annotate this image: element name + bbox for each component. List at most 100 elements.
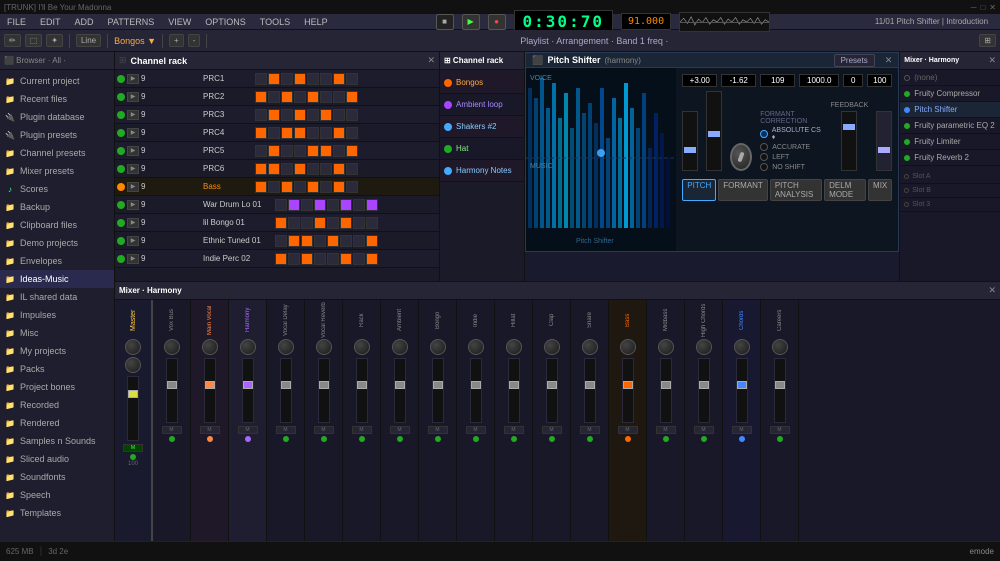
pad[interactable] bbox=[255, 127, 267, 139]
channel-led-bongo[interactable] bbox=[117, 219, 125, 227]
strip-fader-thumb-midbass[interactable] bbox=[661, 381, 671, 389]
pad[interactable] bbox=[314, 217, 326, 229]
pad[interactable] bbox=[281, 181, 293, 193]
pad[interactable] bbox=[255, 73, 267, 85]
fader-track-3[interactable] bbox=[841, 111, 857, 171]
strip-fader-voxbus[interactable] bbox=[166, 358, 178, 423]
mute-btn-indie[interactable]: ▶ bbox=[127, 254, 139, 264]
mixer-close[interactable]: ✕ bbox=[988, 285, 996, 296]
strip-fader-chords[interactable] bbox=[736, 358, 748, 423]
radio-accurate[interactable] bbox=[760, 143, 768, 151]
sidebar-item-envelopes[interactable]: 📁 Envelopes bbox=[0, 252, 114, 270]
pad[interactable] bbox=[275, 217, 287, 229]
pad[interactable] bbox=[307, 127, 319, 139]
strip-knob-highchords[interactable] bbox=[696, 339, 712, 355]
strip-knob-chords[interactable] bbox=[734, 339, 750, 355]
strip-knob-hillat[interactable] bbox=[506, 339, 522, 355]
pad[interactable] bbox=[307, 91, 319, 103]
bpm-value[interactable]: 109 bbox=[760, 74, 795, 87]
channel-led-ethnic[interactable] bbox=[117, 237, 125, 245]
fader-thumb-4[interactable] bbox=[878, 147, 890, 153]
pad[interactable] bbox=[333, 163, 345, 175]
delm-mode-tab[interactable]: DELM MODE bbox=[824, 179, 866, 201]
pad[interactable] bbox=[301, 199, 313, 211]
sidebar-item-ideas-music[interactable]: 📁 Ideas-Music bbox=[0, 270, 114, 288]
sidebar-item-demo-projects[interactable]: 📁 Demo projects bbox=[0, 234, 114, 252]
fader-thumb-1[interactable] bbox=[684, 147, 696, 153]
strip-fader-master[interactable] bbox=[127, 376, 139, 441]
effect-reverb[interactable]: Fruity Reverb 2 bbox=[900, 150, 1000, 166]
menu-edit[interactable]: EDIT bbox=[37, 17, 64, 27]
pattern-item-hat[interactable]: Hat bbox=[440, 138, 524, 160]
pad[interactable] bbox=[281, 73, 293, 85]
sidebar-item-scores[interactable]: ♪ Scores bbox=[0, 180, 114, 198]
pad[interactable] bbox=[275, 199, 287, 211]
strip-fader-thumb-rack[interactable] bbox=[357, 381, 367, 389]
mute-btn-5[interactable]: ▶ bbox=[127, 146, 139, 156]
sidebar-item-recent-files[interactable]: 📁 Recent files bbox=[0, 90, 114, 108]
sidebar-item-impulses[interactable]: 📁 Impulses bbox=[0, 306, 114, 324]
strip-fader-thumb-hillat[interactable] bbox=[509, 381, 519, 389]
radio-absolute[interactable] bbox=[760, 130, 768, 138]
menu-patterns[interactable]: PATTERNS bbox=[105, 17, 158, 27]
strip-fader-thumb-bongo[interactable] bbox=[433, 381, 443, 389]
radio-left[interactable] bbox=[760, 153, 768, 161]
strip-fader-snare[interactable] bbox=[584, 358, 596, 423]
pad[interactable] bbox=[320, 91, 332, 103]
sidebar-item-clipboard[interactable]: 📁 Clipboard files bbox=[0, 216, 114, 234]
fader-track-2[interactable] bbox=[706, 91, 722, 171]
pad[interactable] bbox=[281, 109, 293, 121]
strip-btn-chords[interactable]: M bbox=[732, 426, 752, 434]
pad[interactable] bbox=[333, 145, 345, 157]
pad[interactable] bbox=[320, 163, 332, 175]
pad[interactable] bbox=[327, 199, 339, 211]
strip-btn-bass[interactable]: M bbox=[618, 426, 638, 434]
plugin-close[interactable]: ✕ bbox=[885, 55, 893, 66]
pad[interactable] bbox=[281, 145, 293, 157]
strip-knob-ambient[interactable] bbox=[392, 339, 408, 355]
channel-led-4[interactable] bbox=[117, 129, 125, 137]
strip-fader-bongo[interactable] bbox=[432, 358, 444, 423]
pad[interactable] bbox=[353, 199, 365, 211]
strip-knob-clap[interactable] bbox=[544, 339, 560, 355]
channel-led-1[interactable] bbox=[117, 75, 125, 83]
pad[interactable] bbox=[281, 163, 293, 175]
pad[interactable] bbox=[333, 127, 345, 139]
effects-close[interactable]: ✕ bbox=[988, 55, 996, 66]
sidebar-item-recorded[interactable]: 📁 Recorded bbox=[0, 396, 114, 414]
strip-btn-snare[interactable]: M bbox=[580, 426, 600, 434]
pad[interactable] bbox=[255, 181, 267, 193]
pad[interactable] bbox=[275, 235, 287, 247]
strip-fader-thumb-vocal-reverb[interactable] bbox=[319, 381, 329, 389]
play-btn[interactable]: ▶ bbox=[462, 14, 480, 30]
pad[interactable] bbox=[255, 91, 267, 103]
pad[interactable] bbox=[294, 109, 306, 121]
strip-btn-main-vocal[interactable]: M bbox=[200, 426, 220, 434]
sidebar-item-current-project[interactable]: 📁 Current project bbox=[0, 72, 114, 90]
sidebar-item-mixer-presets[interactable]: 📁 Mixer presets bbox=[0, 162, 114, 180]
pad[interactable] bbox=[268, 73, 280, 85]
pattern-item-ambient[interactable]: Ambient loop bbox=[440, 94, 524, 116]
sidebar-item-misc[interactable]: 📁 Misc bbox=[0, 324, 114, 342]
pad[interactable] bbox=[353, 253, 365, 265]
strip-btn-voxbus[interactable]: M bbox=[162, 426, 182, 434]
strip-knob-bongo[interactable] bbox=[430, 339, 446, 355]
pad[interactable] bbox=[268, 181, 280, 193]
sidebar-item-plugin-presets[interactable]: 🔌 Plugin presets bbox=[0, 126, 114, 144]
strip-fader-vocal-delay[interactable] bbox=[280, 358, 292, 423]
strip-fader-hillat[interactable] bbox=[508, 358, 520, 423]
select-tool[interactable]: ⬚ bbox=[25, 34, 43, 47]
pad[interactable] bbox=[333, 109, 345, 121]
mute-btn-3[interactable]: ▶ bbox=[127, 110, 139, 120]
channel-led-5[interactable] bbox=[117, 147, 125, 155]
mute-btn-4[interactable]: ▶ bbox=[127, 128, 139, 138]
strip-btn-ambient[interactable]: M bbox=[390, 426, 410, 434]
param1-value[interactable]: 1000.0 bbox=[799, 74, 839, 87]
strip-btn-bongo[interactable]: M bbox=[428, 426, 448, 434]
effect-limiter[interactable]: Fruity Limiter bbox=[900, 134, 1000, 150]
menu-view[interactable]: VIEW bbox=[165, 17, 194, 27]
pitch-tab[interactable]: PITCH bbox=[682, 179, 716, 201]
pad[interactable] bbox=[314, 235, 326, 247]
pad[interactable] bbox=[268, 145, 280, 157]
sidebar-item-channel-presets[interactable]: 📁 Channel presets bbox=[0, 144, 114, 162]
